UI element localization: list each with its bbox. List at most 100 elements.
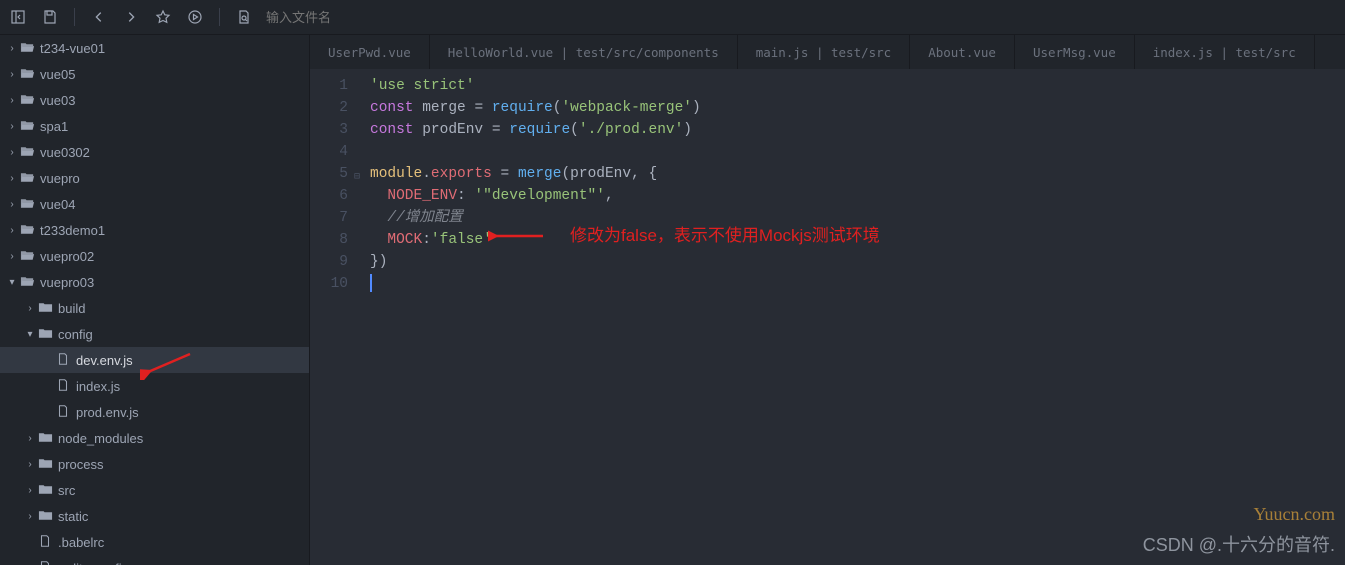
folder-open-icon: [18, 118, 36, 135]
code-token: merge: [414, 100, 475, 116]
folder-open-icon: [18, 170, 36, 187]
tree-folder-item[interactable]: › build: [0, 295, 309, 321]
folder-icon: [36, 456, 54, 473]
text-cursor: [370, 274, 372, 292]
chevron-icon: ›: [6, 251, 18, 262]
tree-file-item[interactable]: .babelrc: [0, 529, 309, 555]
folder-open-icon: [18, 248, 36, 265]
chevron-icon: ›: [24, 485, 36, 496]
tree-folder-item[interactable]: ›spa1: [0, 113, 309, 139]
code-token: =: [492, 122, 501, 138]
watermark: CSDN @.十六分的音符.: [1143, 531, 1335, 557]
tree-item-label: build: [58, 301, 85, 316]
folder-open-icon: [18, 92, 36, 109]
toolbar-separator: [74, 8, 75, 26]
editor-tab[interactable]: About.vue: [910, 35, 1015, 69]
watermark: Yuucn.com: [1254, 504, 1335, 525]
chevron-icon: ›: [24, 433, 36, 444]
folder-open-icon: [18, 196, 36, 213]
code-token: const: [370, 100, 414, 116]
tree-item-label: spa1: [40, 119, 68, 134]
folder-open-icon: [18, 144, 36, 161]
folder-icon: [36, 300, 54, 317]
tree-item-label: static: [58, 509, 88, 524]
file-icon: [54, 352, 72, 369]
code-token: (: [570, 122, 579, 138]
tree-item-label: prod.env.js: [76, 405, 139, 420]
star-icon[interactable]: [153, 7, 173, 27]
tree-folder-item[interactable]: ›t234-vue01: [0, 35, 309, 61]
chevron-icon: ›: [6, 95, 18, 106]
back-icon[interactable]: [89, 7, 109, 27]
tree-item-label: node_modules: [58, 431, 143, 446]
code-token: prodEnv: [414, 122, 492, 138]
toolbar-separator: [219, 8, 220, 26]
editor-tab[interactable]: index.js | test/src: [1135, 35, 1315, 69]
code-token: '"development"': [466, 188, 605, 204]
annotation-arrow-icon: [140, 350, 195, 380]
file-icon: [54, 404, 72, 421]
chevron-icon: ▾: [6, 277, 18, 288]
code-token: 'false': [431, 232, 492, 248]
top-toolbar: [0, 0, 1345, 35]
tree-file-item[interactable]: prod.env.js: [0, 399, 309, 425]
tree-folder-item[interactable]: › vuepro02: [0, 243, 309, 269]
search-file-icon[interactable]: [234, 7, 254, 27]
tree-folder-item[interactable]: ›vue05: [0, 61, 309, 87]
tree-folder-item[interactable]: ›src: [0, 477, 309, 503]
tree-folder-item[interactable]: ›vuepro: [0, 165, 309, 191]
code-token: ): [692, 100, 701, 116]
code-token: require: [483, 100, 553, 116]
code-token: =: [474, 100, 483, 116]
forward-icon[interactable]: [121, 7, 141, 27]
folder-icon: [36, 482, 54, 499]
chevron-icon: ›: [6, 69, 18, 80]
code-editor[interactable]: 1'use strict' 2const merge = require('we…: [310, 69, 1345, 565]
editor-tab[interactable]: main.js | test/src: [738, 35, 910, 69]
folder-open-icon: [18, 274, 36, 291]
code-token: const: [370, 122, 414, 138]
tree-folder-item[interactable]: ›vue03: [0, 87, 309, 113]
tree-item-label: t233demo1: [40, 223, 105, 238]
tree-folder-item[interactable]: ›process: [0, 451, 309, 477]
play-icon[interactable]: [185, 7, 205, 27]
chevron-icon: ›: [24, 511, 36, 522]
code-token: 'use strict': [370, 78, 474, 94]
tree-item-label: index.js: [76, 379, 120, 394]
tree-folder-item[interactable]: ›t233demo1: [0, 217, 309, 243]
tree-folder-item[interactable]: ▾ vuepro03: [0, 269, 309, 295]
tree-folder-item[interactable]: ▾config: [0, 321, 309, 347]
code-token: (prodEnv, {: [561, 166, 657, 182]
editor-tabs: UserPwd.vueHelloWorld.vue | test/src/com…: [310, 35, 1345, 69]
code-token: module: [370, 166, 422, 182]
tree-item-label: vuepro03: [40, 275, 94, 290]
file-icon: [54, 378, 72, 395]
file-icon: [36, 534, 54, 551]
editor-tab[interactable]: UserMsg.vue: [1015, 35, 1135, 69]
editor-tab[interactable]: UserPwd.vue: [310, 35, 430, 69]
chevron-icon: ›: [24, 303, 36, 314]
save-icon[interactable]: [40, 7, 60, 27]
tree-item-label: vuepro: [40, 171, 80, 186]
tree-folder-item[interactable]: › node_modules: [0, 425, 309, 451]
tree-file-item[interactable]: .editorconfig: [0, 555, 309, 565]
folder-icon: [36, 430, 54, 447]
tree-item-label: vuepro02: [40, 249, 94, 264]
code-token: :: [457, 188, 466, 204]
code-token: .: [422, 166, 431, 182]
code-token: exports: [431, 166, 492, 182]
code-token: //增加配置: [370, 210, 463, 226]
code-token: require: [501, 122, 571, 138]
filename-input[interactable]: [266, 10, 466, 25]
editor-tab[interactable]: HelloWorld.vue | test/src/components: [430, 35, 738, 69]
tree-item-label: t234-vue01: [40, 41, 105, 56]
folder-open-icon: [18, 40, 36, 57]
panel-icon[interactable]: [8, 7, 28, 27]
code-token: './prod.env': [579, 122, 683, 138]
tree-folder-item[interactable]: ›vue04: [0, 191, 309, 217]
code-token: merge: [518, 166, 562, 182]
tree-folder-item[interactable]: ›vue0302: [0, 139, 309, 165]
code-token: 'webpack-merge': [561, 100, 692, 116]
file-tree[interactable]: ›t234-vue01›vue05›vue03›spa1›vue0302›vue…: [0, 35, 310, 565]
tree-folder-item[interactable]: › static: [0, 503, 309, 529]
